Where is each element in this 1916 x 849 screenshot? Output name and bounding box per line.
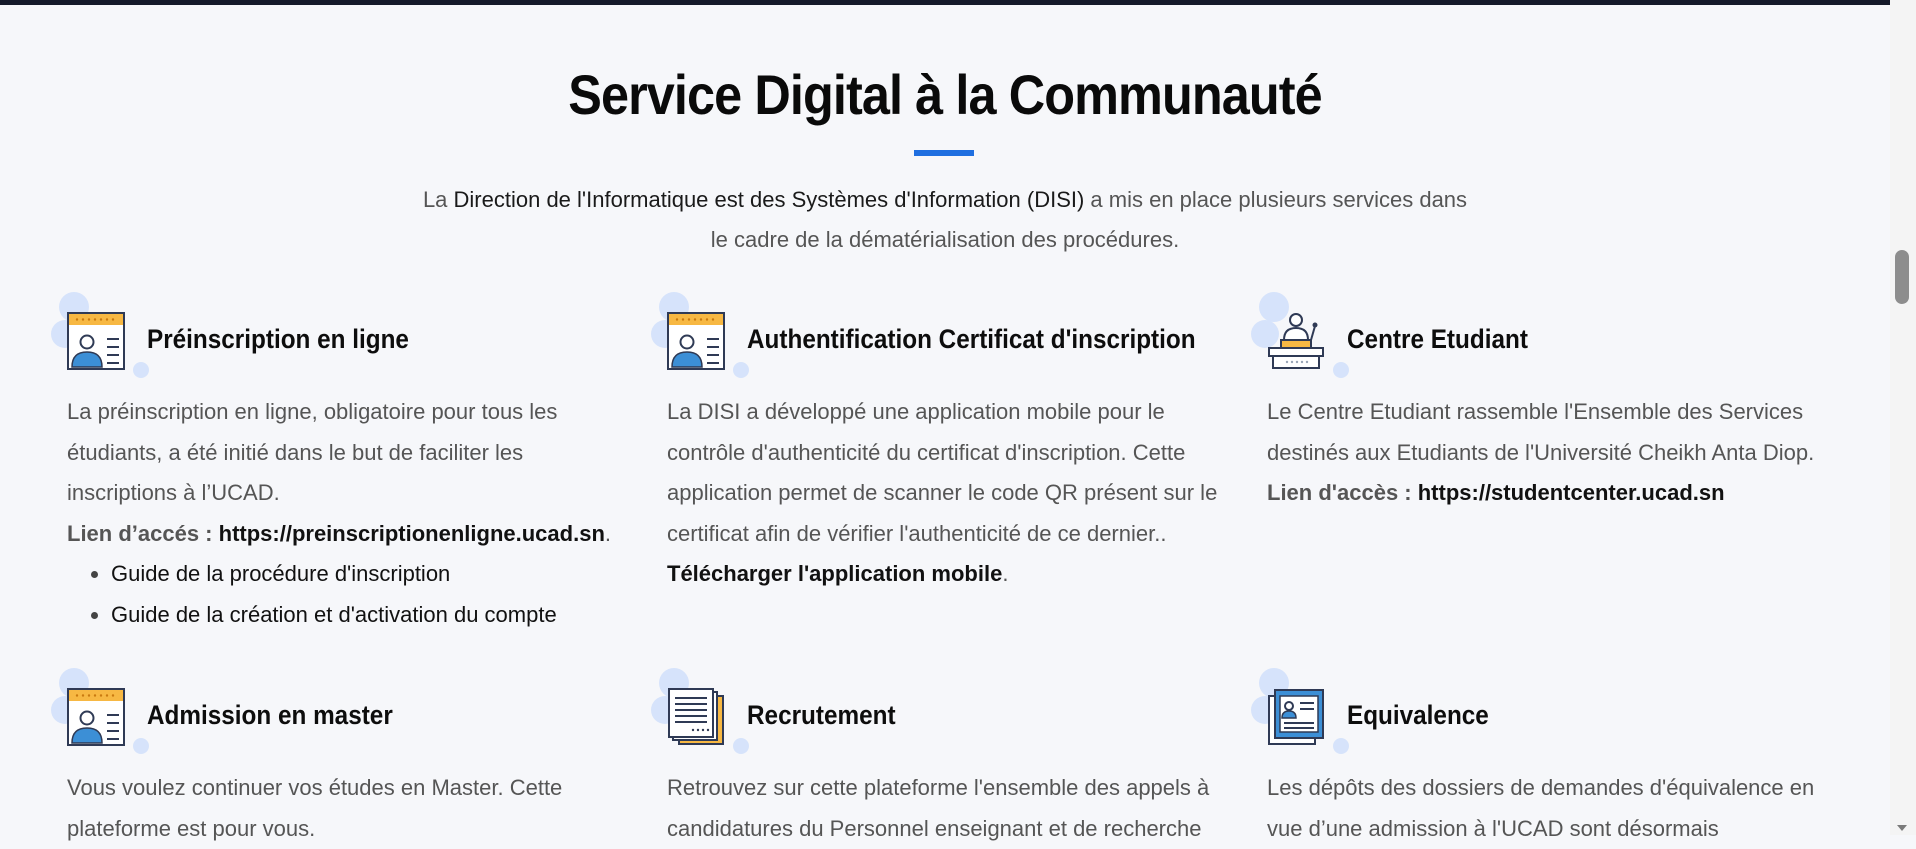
service-card-centre-etudiant: Centre Etudiant Le Centre Etudiant rasse… <box>1251 292 1827 514</box>
service-card-admission-master: Admission en master Vous voulez continue… <box>51 668 627 849</box>
card-title: Authentification Certificat d'inscriptio… <box>747 324 1196 354</box>
service-card-recrutement: Recrutement Retrouvez sur cette platefor… <box>651 668 1227 849</box>
document-stack-icon <box>668 688 724 745</box>
id-card-icon <box>67 312 125 370</box>
decor-bubble <box>733 738 749 754</box>
card-header: Préinscription en ligne <box>51 292 627 382</box>
link-suffix: . <box>604 520 612 546</box>
service-card-equivalence: Equivalence Les dépôts des dossiers de d… <box>1251 668 1827 849</box>
card-header: Admission en master <box>51 668 627 758</box>
guide-link-account[interactable]: Guide de la création et d'activation du … <box>111 595 627 636</box>
id-card-icon <box>667 312 725 370</box>
section-intro: La Direction de l'Informatique est des S… <box>420 180 1470 260</box>
card-description: Les dépôts des dossiers de demandes d'éq… <box>1267 775 1815 841</box>
card-title: Centre Etudiant <box>1347 324 1528 354</box>
service-card-preinscription: Préinscription en ligne La préinscriptio… <box>51 292 627 635</box>
preinscription-link[interactable]: https://preinscriptionenligne.ucad.sn <box>219 521 605 546</box>
intro-prefix: La <box>422 187 454 212</box>
link-label: Lien d'accès : <box>1267 480 1418 505</box>
guide-list: Guide de la procédure d'inscription Guid… <box>67 554 627 635</box>
decor-bubble <box>1333 362 1349 378</box>
profile-document-icon <box>1268 689 1324 745</box>
card-body: Le Centre Etudiant rassemble l'Ensemble … <box>1267 392 1827 514</box>
card-title: Recrutement <box>747 700 896 730</box>
podium-speaker-icon <box>1268 313 1324 369</box>
card-title: Admission en master <box>147 700 393 730</box>
scroll-down-arrow-icon[interactable] <box>1897 825 1907 831</box>
decor-bubble <box>133 362 149 378</box>
intro-org-name: Direction de l'Informatique est des Syst… <box>453 187 1085 212</box>
card-header: Centre Etudiant <box>1251 292 1827 382</box>
studentcenter-link[interactable]: https://studentcenter.ucad.sn <box>1418 480 1725 505</box>
download-app-link[interactable]: Télécharger l'application mobile <box>667 561 1002 586</box>
service-card-authentification: Authentification Certificat d'inscriptio… <box>651 292 1227 595</box>
page-scrollbar[interactable] <box>1890 0 1916 835</box>
card-title: Préinscription en ligne <box>147 324 409 354</box>
link-suffix: . <box>1002 561 1009 586</box>
card-body: La DISI a développé une application mobi… <box>667 392 1227 595</box>
card-description: Retrouvez sur cette plateforme l'ensembl… <box>667 775 1210 841</box>
card-header: Equivalence <box>1251 668 1827 758</box>
card-description: La préinscription en ligne, obligatoire … <box>67 399 558 505</box>
decor-bubble <box>1333 738 1349 754</box>
top-header-bar <box>0 0 1890 5</box>
link-label: Lien d’accés : <box>67 520 219 546</box>
title-underline <box>914 150 974 156</box>
section-title: Service Digital à la Communauté <box>568 63 1322 126</box>
card-description: La DISI a développé une application mobi… <box>667 399 1218 546</box>
card-header: Recrutement <box>651 668 1227 758</box>
card-header: Authentification Certificat d'inscriptio… <box>651 292 1227 382</box>
id-card-icon <box>67 688 125 746</box>
card-description: Vous voulez continuer vos études en Mast… <box>67 775 563 841</box>
decor-bubble <box>133 738 149 754</box>
card-body: La préinscription en ligne, obligatoire … <box>67 392 627 554</box>
decor-bubble <box>733 362 749 378</box>
scrollbar-thumb[interactable] <box>1895 250 1909 304</box>
card-title: Equivalence <box>1347 700 1489 730</box>
card-description: Le Centre Etudiant rassemble l'Ensemble … <box>1267 399 1815 465</box>
guide-link-procedure[interactable]: Guide de la procédure d'inscription <box>111 554 627 595</box>
